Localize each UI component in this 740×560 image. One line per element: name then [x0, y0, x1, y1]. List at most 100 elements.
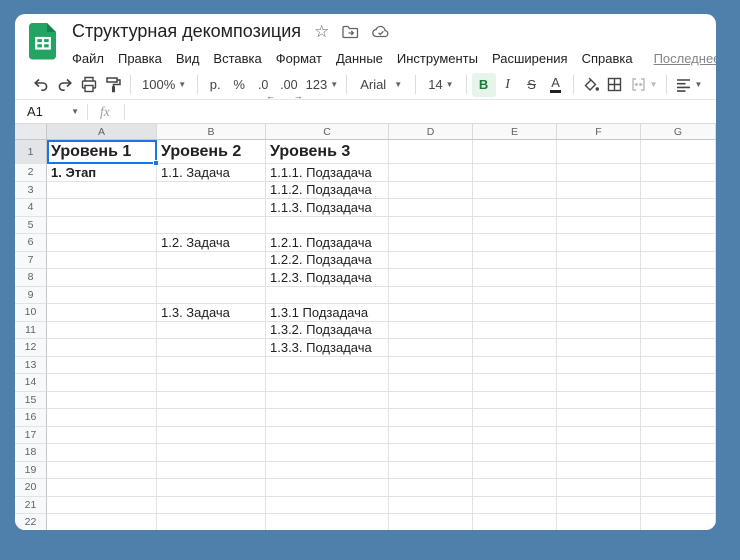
cell-E3[interactable]: [473, 182, 557, 200]
cell-G8[interactable]: [641, 269, 716, 287]
cell-D17[interactable]: [389, 427, 473, 445]
cell-A15[interactable]: [47, 392, 157, 410]
row-header-17[interactable]: 17: [15, 427, 47, 445]
cloud-check-icon[interactable]: [372, 25, 390, 38]
cell-G16[interactable]: [641, 409, 716, 427]
cell-G9[interactable]: [641, 287, 716, 305]
menu-item-правка[interactable]: Правка: [111, 48, 169, 69]
cell-E11[interactable]: [473, 322, 557, 340]
cell-D20[interactable]: [389, 479, 473, 497]
cell-A4[interactable]: [47, 199, 157, 217]
cell-E18[interactable]: [473, 444, 557, 462]
cell-B19[interactable]: [157, 462, 266, 480]
cell-D21[interactable]: [389, 497, 473, 515]
cell-B13[interactable]: [157, 357, 266, 375]
cell-B10[interactable]: 1.3. Задача: [157, 304, 266, 322]
cell-D11[interactable]: [389, 322, 473, 340]
cell-D18[interactable]: [389, 444, 473, 462]
cell-F21[interactable]: [557, 497, 641, 515]
font-family-select[interactable]: Arial▼: [352, 73, 410, 97]
row-header-11[interactable]: 11: [15, 322, 47, 340]
last-edit-link[interactable]: Последнее изменен: [654, 51, 716, 66]
cell-C18[interactable]: [266, 444, 389, 462]
cell-E9[interactable]: [473, 287, 557, 305]
column-header-C[interactable]: C: [266, 124, 389, 140]
cell-D12[interactable]: [389, 339, 473, 357]
cell-A8[interactable]: [47, 269, 157, 287]
row-header-19[interactable]: 19: [15, 462, 47, 480]
menu-item-данные[interactable]: Данные: [329, 48, 390, 69]
row-header-22[interactable]: 22: [15, 514, 47, 530]
cell-G21[interactable]: [641, 497, 716, 515]
cell-B20[interactable]: [157, 479, 266, 497]
cell-G11[interactable]: [641, 322, 716, 340]
cell-G2[interactable]: [641, 164, 716, 182]
row-header-18[interactable]: 18: [15, 444, 47, 462]
cell-C15[interactable]: [266, 392, 389, 410]
horizontal-align-button[interactable]: ▼: [672, 73, 706, 97]
cell-B15[interactable]: [157, 392, 266, 410]
cell-F13[interactable]: [557, 357, 641, 375]
cell-F4[interactable]: [557, 199, 641, 217]
cell-C1[interactable]: Уровень 3: [266, 140, 389, 164]
menu-item-вставка[interactable]: Вставка: [206, 48, 268, 69]
cell-E1[interactable]: [473, 140, 557, 164]
column-header-A[interactable]: A: [47, 124, 157, 140]
column-header-F[interactable]: F: [557, 124, 641, 140]
cell-G4[interactable]: [641, 199, 716, 217]
cell-A5[interactable]: [47, 217, 157, 235]
cell-A17[interactable]: [47, 427, 157, 445]
cell-E20[interactable]: [473, 479, 557, 497]
row-header-14[interactable]: 14: [15, 374, 47, 392]
cell-F12[interactable]: [557, 339, 641, 357]
cell-C13[interactable]: [266, 357, 389, 375]
cell-G19[interactable]: [641, 462, 716, 480]
merge-cells-button[interactable]: ▼: [627, 73, 661, 97]
menu-item-файл[interactable]: Файл: [65, 48, 111, 69]
cell-F11[interactable]: [557, 322, 641, 340]
cell-A6[interactable]: [47, 234, 157, 252]
menu-item-расширения[interactable]: Расширения: [485, 48, 575, 69]
percent-format-button[interactable]: %: [227, 73, 251, 97]
number-format-select[interactable]: 123▼: [303, 73, 342, 97]
name-box[interactable]: A1▼: [15, 104, 87, 119]
cell-D10[interactable]: [389, 304, 473, 322]
text-color-button[interactable]: A: [544, 73, 568, 97]
cell-A12[interactable]: [47, 339, 157, 357]
cell-F14[interactable]: [557, 374, 641, 392]
cell-F6[interactable]: [557, 234, 641, 252]
cell-B16[interactable]: [157, 409, 266, 427]
cell-C22[interactable]: [266, 514, 389, 530]
cell-A19[interactable]: [47, 462, 157, 480]
cell-C14[interactable]: [266, 374, 389, 392]
cell-F2[interactable]: [557, 164, 641, 182]
cell-E14[interactable]: [473, 374, 557, 392]
cell-E10[interactable]: [473, 304, 557, 322]
cell-B1[interactable]: Уровень 2: [157, 140, 266, 164]
cell-E13[interactable]: [473, 357, 557, 375]
menu-item-справка[interactable]: Справка: [575, 48, 640, 69]
increase-decimal-button[interactable]: .00→: [275, 73, 302, 97]
cell-F17[interactable]: [557, 427, 641, 445]
cell-F5[interactable]: [557, 217, 641, 235]
cell-G12[interactable]: [641, 339, 716, 357]
cell-E15[interactable]: [473, 392, 557, 410]
cell-G1[interactable]: [641, 140, 716, 164]
row-header-16[interactable]: 16: [15, 409, 47, 427]
row-header-1[interactable]: 1: [15, 140, 47, 164]
cell-A21[interactable]: [47, 497, 157, 515]
row-header-13[interactable]: 13: [15, 357, 47, 375]
cell-D16[interactable]: [389, 409, 473, 427]
cell-A20[interactable]: [47, 479, 157, 497]
cell-B4[interactable]: [157, 199, 266, 217]
column-header-E[interactable]: E: [473, 124, 557, 140]
row-header-5[interactable]: 5: [15, 217, 47, 235]
cell-F18[interactable]: [557, 444, 641, 462]
cell-A14[interactable]: [47, 374, 157, 392]
cell-E5[interactable]: [473, 217, 557, 235]
cell-C10[interactable]: 1.3.1 Подзадача: [266, 304, 389, 322]
bold-button[interactable]: B: [472, 73, 496, 97]
cell-D5[interactable]: [389, 217, 473, 235]
italic-button[interactable]: I: [496, 73, 520, 97]
cell-F7[interactable]: [557, 252, 641, 270]
